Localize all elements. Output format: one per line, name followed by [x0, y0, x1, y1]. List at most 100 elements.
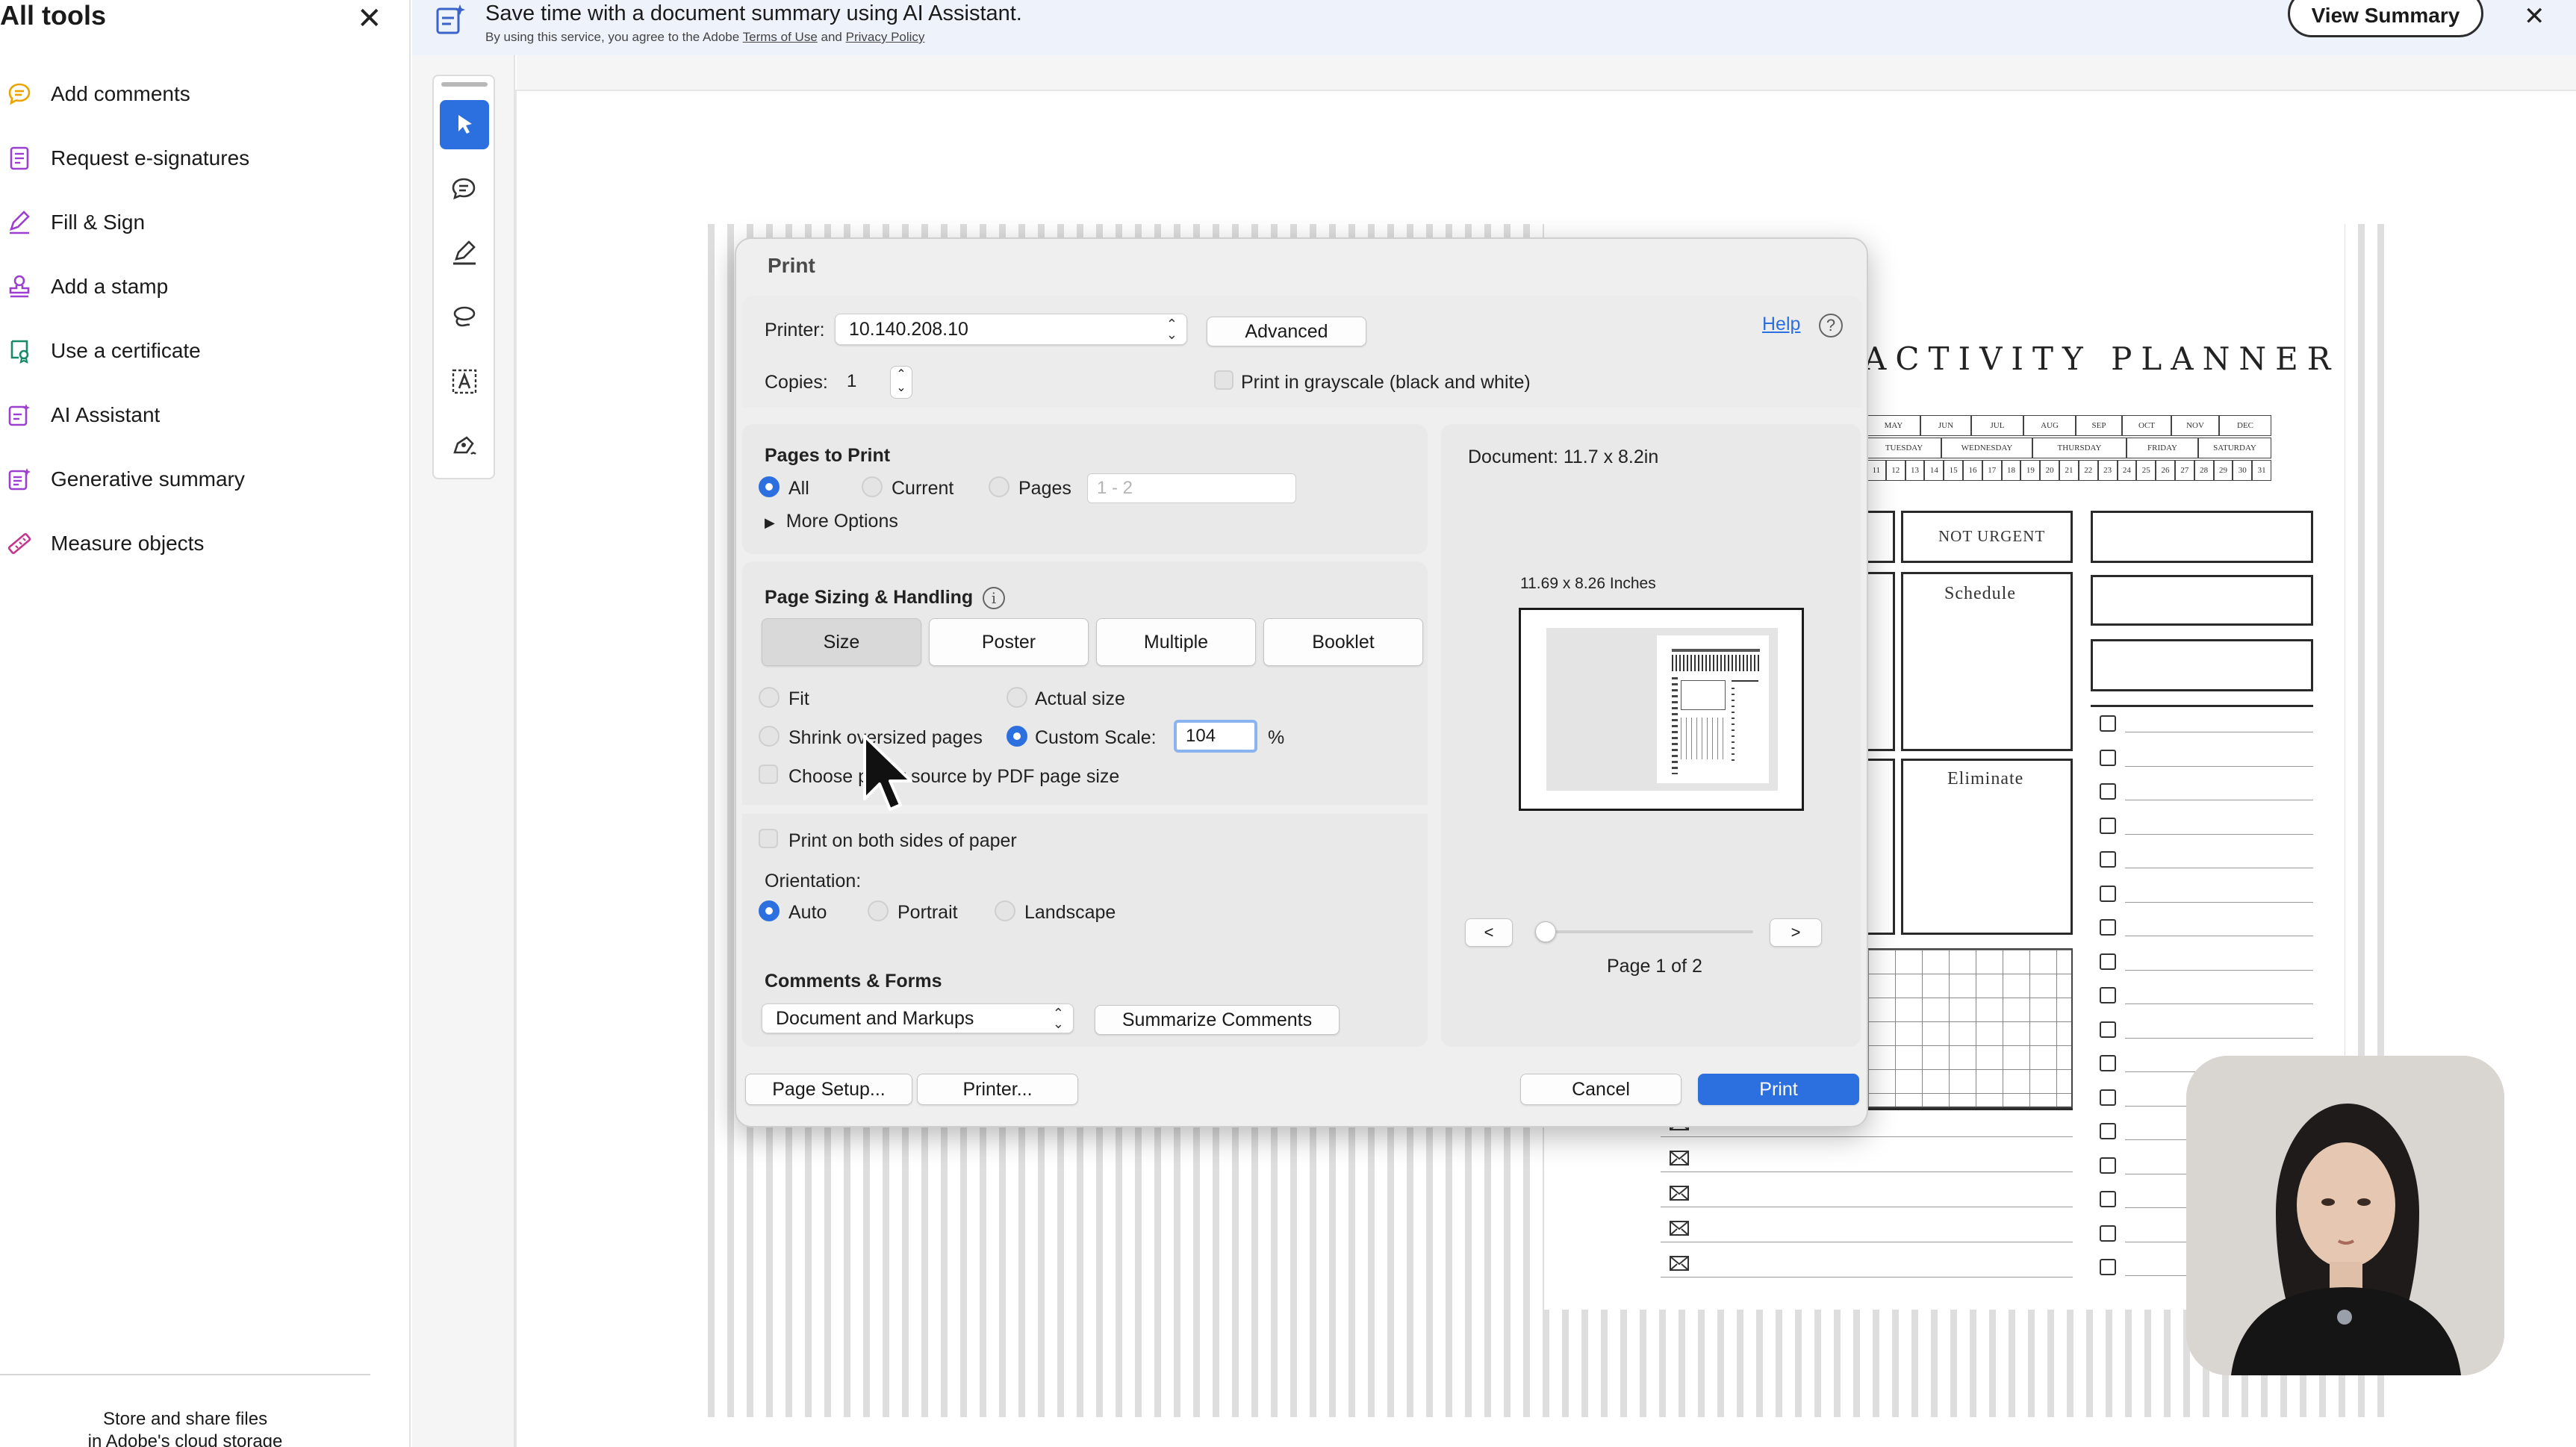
checklist-checkbox[interactable] — [2100, 953, 2116, 970]
tool-add-comments[interactable]: Add comments — [0, 72, 388, 116]
checklist-checkbox[interactable] — [2100, 919, 2116, 936]
checklist-checkbox[interactable] — [2100, 987, 2116, 1003]
day-cell: 28 — [2194, 460, 2214, 481]
custom-scale-input[interactable]: 104 — [1174, 720, 1257, 753]
actual-size-radio[interactable] — [1007, 687, 1027, 708]
tool-measure-objects[interactable]: Measure objects — [0, 521, 388, 566]
tracker-grid — [1867, 948, 2073, 1108]
previous-page-button[interactable]: < — [1465, 918, 1513, 947]
shrink-oversized-radio[interactable] — [759, 726, 780, 747]
checklist-checkbox[interactable] — [2100, 1157, 2116, 1174]
checklist-checkbox[interactable] — [2100, 1224, 2116, 1242]
orientation-label: Orientation: — [765, 871, 862, 891]
print-button[interactable]: Print — [1698, 1074, 1859, 1105]
tool-request-e-signatures[interactable]: Request e-signatures — [0, 136, 388, 181]
view-summary-button[interactable]: View Summary — [2288, 0, 2483, 37]
pages-range-radio[interactable] — [989, 476, 1009, 497]
checklist-checkbox[interactable] — [2100, 885, 2116, 902]
tab-multiple[interactable]: Multiple — [1096, 618, 1256, 666]
drag-handle[interactable] — [441, 82, 488, 87]
tab-booklet[interactable]: Booklet — [1263, 618, 1423, 666]
printer-button[interactable]: Printer... — [917, 1074, 1078, 1105]
request-signature-icon — [4, 143, 34, 173]
checklist-checkbox[interactable] — [2100, 715, 2116, 732]
help-icon[interactable]: ? — [1819, 314, 1843, 337]
close-icon[interactable]: ✕ — [2524, 1, 2545, 31]
cloud-storage-promo[interactable]: Store and share files in Adobe's cloud s… — [0, 1408, 370, 1447]
text-recognition-icon[interactable] — [440, 357, 489, 406]
choose-paper-source-checkbox[interactable] — [759, 765, 778, 784]
info-icon[interactable]: i — [983, 587, 1005, 609]
pages-current-radio[interactable] — [862, 476, 883, 497]
advanced-button[interactable]: Advanced — [1207, 317, 1366, 346]
preview-slider-thumb[interactable] — [1535, 921, 1556, 942]
checklist-checkbox[interactable] — [2100, 817, 2116, 834]
copies-field[interactable]: 1 — [838, 366, 880, 397]
disclosure-triangle-icon: ▶ — [765, 515, 775, 530]
select-pointer-icon[interactable] — [440, 100, 489, 149]
month-cell: AUG — [2023, 415, 2076, 436]
fit-radio[interactable] — [759, 687, 780, 708]
cancel-button[interactable]: Cancel — [1520, 1074, 1681, 1105]
checklist-checkbox[interactable] — [2100, 1089, 2116, 1106]
checklist-checkbox[interactable] — [2100, 749, 2116, 766]
radio-label: Custom Scale: — [1035, 727, 1157, 748]
day-cell: 19 — [2020, 460, 2041, 481]
quick-tools-rail — [432, 75, 495, 479]
day-cell: 20 — [2040, 460, 2060, 481]
pages-to-print-section — [742, 424, 1428, 554]
copies-stepper[interactable]: ⌃ ⌄ — [890, 366, 912, 399]
printer-select[interactable]: 10.140.208.10 ⌃ ⌄ — [835, 314, 1187, 345]
tab-size[interactable]: Size — [762, 618, 921, 666]
envelope-icon — [1670, 1221, 1689, 1236]
orientation-portrait-radio[interactable] — [868, 900, 889, 921]
print-preview — [1519, 608, 1804, 811]
tool-generative-summary[interactable]: Generative summary — [0, 457, 388, 502]
tool-label: Use a certificate — [51, 339, 201, 362]
checklist-checkbox[interactable] — [2100, 851, 2116, 868]
planner-title: ACTIVITY PLANNER — [1864, 340, 2340, 377]
add-comment-icon[interactable] — [440, 164, 489, 214]
help-link[interactable]: Help — [1762, 314, 1800, 335]
next-page-button[interactable]: > — [1770, 918, 1822, 947]
both-sides-checkbox[interactable] — [759, 829, 778, 848]
checklist-checkbox[interactable] — [2100, 1191, 2116, 1207]
checklist-checkbox[interactable] — [2100, 1259, 2116, 1275]
highlight-pen-icon[interactable] — [440, 228, 489, 278]
checklist-checkbox[interactable] — [2100, 783, 2116, 800]
divider — [2091, 705, 2313, 707]
terms-of-use-link[interactable]: Terms of Use — [743, 30, 818, 44]
close-icon[interactable]: ✕ — [357, 1, 382, 36]
checklist-checkbox[interactable] — [2100, 1021, 2116, 1038]
tool-ai-assistant[interactable]: AI Assistant — [0, 393, 388, 438]
custom-scale-radio[interactable] — [1007, 726, 1027, 747]
month-cell: DEC — [2219, 415, 2271, 436]
privacy-policy-link[interactable]: Privacy Policy — [846, 30, 925, 44]
tool-add-stamp[interactable]: Add a stamp — [0, 264, 388, 309]
urgent-header-box — [1867, 511, 1895, 563]
orientation-landscape-radio[interactable] — [995, 900, 1015, 921]
comments-forms-select[interactable]: Document and Markups ⌃ ⌄ — [762, 1003, 1074, 1033]
tool-fill-sign[interactable]: Fill & Sign — [0, 200, 388, 245]
note-box — [2091, 575, 2313, 626]
draw-lasso-icon[interactable] — [440, 293, 489, 342]
section-heading: Pages to Print — [765, 445, 891, 466]
preview-slider-track[interactable] — [1535, 930, 1753, 933]
pages-all-radio[interactable] — [759, 476, 780, 497]
page-range-input[interactable]: 1 - 2 — [1087, 473, 1296, 503]
page-setup-button[interactable]: Page Setup... — [745, 1074, 912, 1105]
orientation-auto-radio[interactable] — [759, 900, 780, 921]
tool-use-certificate[interactable]: Use a certificate — [0, 329, 388, 373]
checklist-line — [2125, 901, 2313, 903]
month-cell: JUL — [1971, 415, 2023, 436]
checklist-checkbox[interactable] — [2100, 1055, 2116, 1071]
grayscale-checkbox[interactable] — [1214, 370, 1233, 390]
sign-pen-icon[interactable] — [440, 421, 489, 470]
more-options-toggle[interactable]: ▶ More Options — [765, 511, 898, 532]
checklist-line — [2125, 765, 2313, 767]
day-cell: 31 — [2252, 460, 2271, 481]
ai-summary-banner: Save time with a document summary using … — [412, 0, 2576, 55]
checklist-checkbox[interactable] — [2100, 1123, 2116, 1139]
tab-poster[interactable]: Poster — [929, 618, 1089, 666]
summarize-comments-button[interactable]: Summarize Comments — [1095, 1005, 1340, 1035]
